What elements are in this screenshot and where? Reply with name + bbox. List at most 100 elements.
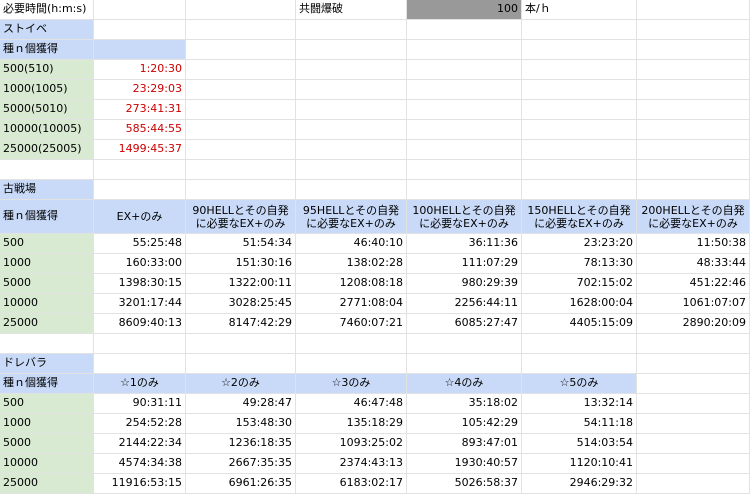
empty-cell[interactable] <box>637 0 750 20</box>
battlefield-row-label[interactable]: 5000 <box>0 274 94 294</box>
battlefield-row-value[interactable]: 78:13:30 <box>522 254 637 274</box>
empty-cell[interactable] <box>186 160 296 180</box>
empty-cell[interactable] <box>637 374 750 394</box>
empty-cell[interactable] <box>94 20 186 40</box>
required-time-label[interactable]: 必要時間(h:m:s) <box>0 0 186 20</box>
battlefield-row-value[interactable]: 1322:00:11 <box>186 274 296 294</box>
empty-cell[interactable] <box>296 40 407 60</box>
empty-cell[interactable] <box>637 334 750 354</box>
strive-row-label[interactable]: 10000(10005) <box>0 120 94 140</box>
empty-cell[interactable] <box>296 80 407 100</box>
dorebara-row-value[interactable]: 135:18:29 <box>296 414 407 434</box>
empty-cell[interactable] <box>186 80 296 100</box>
battlefield-row-value[interactable]: 8147:42:29 <box>186 314 296 334</box>
dorebara-row-value[interactable]: 11916:53:15 <box>94 474 186 494</box>
empty-cell[interactable] <box>186 180 296 200</box>
empty-cell[interactable] <box>296 354 407 374</box>
empty-cell[interactable] <box>94 160 186 180</box>
dorebara-row-value[interactable]: 2946:29:32 <box>522 474 637 494</box>
empty-cell[interactable] <box>637 180 750 200</box>
battlefield-row-label[interactable]: 500 <box>0 234 94 254</box>
dorebara-row-value[interactable]: 46:47:48 <box>296 394 407 414</box>
dorebara-row-value[interactable]: 1930:40:57 <box>407 454 522 474</box>
battlefield-column-header[interactable]: 90HELLとその自発 に必要なEX+のみ <box>186 200 296 234</box>
empty-cell[interactable] <box>0 160 94 180</box>
empty-cell[interactable] <box>296 100 407 120</box>
dorebara-row-value[interactable]: 2374:43:13 <box>296 454 407 474</box>
battlefield-row-value[interactable]: 36:11:36 <box>407 234 522 254</box>
empty-cell[interactable] <box>637 100 750 120</box>
battlefield-row-value[interactable]: 55:25:48 <box>94 234 186 254</box>
dorebara-row-value[interactable]: 6961:26:35 <box>186 474 296 494</box>
strive-col-header-blank[interactable] <box>94 40 186 60</box>
empty-cell[interactable] <box>522 20 637 40</box>
dorebara-row-value[interactable]: 4574:34:38 <box>94 454 186 474</box>
battlefield-row-value[interactable]: 23:23:20 <box>522 234 637 254</box>
battlefield-row-value[interactable]: 3028:25:45 <box>186 294 296 314</box>
strive-row-label[interactable]: 25000(25005) <box>0 140 94 160</box>
empty-cell[interactable] <box>186 40 296 60</box>
strive-row-value[interactable]: 273:41:31 <box>94 100 186 120</box>
battlefield-row-value[interactable]: 8609:40:13 <box>94 314 186 334</box>
dorebara-row-value[interactable]: 13:32:14 <box>522 394 637 414</box>
empty-cell[interactable] <box>407 160 522 180</box>
empty-cell[interactable] <box>186 120 296 140</box>
dorebara-row-value[interactable]: 2667:35:35 <box>186 454 296 474</box>
battlefield-row-value[interactable]: 7460:07:21 <box>296 314 407 334</box>
dorebara-row-label[interactable]: 5000 <box>0 434 94 454</box>
battlefield-row-value[interactable]: 1061:07:07 <box>637 294 750 314</box>
empty-cell[interactable] <box>637 474 750 494</box>
dorebara-row-value[interactable]: 153:48:30 <box>186 414 296 434</box>
strive-row-value[interactable]: 1:20:30 <box>94 60 186 80</box>
empty-cell[interactable] <box>637 40 750 60</box>
rate-label[interactable]: 共闘爆破 <box>296 0 407 20</box>
battlefield-row-value[interactable]: 51:54:34 <box>186 234 296 254</box>
empty-cell[interactable] <box>296 20 407 40</box>
dorebara-row-value[interactable]: 1093:25:02 <box>296 434 407 454</box>
dorebara-column-header[interactable]: ☆2のみ <box>186 374 296 394</box>
empty-cell[interactable] <box>637 60 750 80</box>
empty-cell[interactable] <box>407 140 522 160</box>
battlefield-row-value[interactable]: 2890:20:09 <box>637 314 750 334</box>
empty-cell[interactable] <box>296 120 407 140</box>
dorebara-row-value[interactable]: 105:42:29 <box>407 414 522 434</box>
empty-cell[interactable] <box>407 120 522 140</box>
empty-cell[interactable] <box>186 0 296 20</box>
battlefield-column-header[interactable]: 100HELLとその自発 に必要なEX+のみ <box>407 200 522 234</box>
dorebara-row-label[interactable]: 10000 <box>0 454 94 474</box>
empty-cell[interactable] <box>522 140 637 160</box>
empty-cell[interactable] <box>522 354 637 374</box>
empty-cell[interactable] <box>296 180 407 200</box>
dorebara-row-value[interactable]: 6183:02:17 <box>296 474 407 494</box>
empty-cell[interactable] <box>186 334 296 354</box>
dorebara-row-value[interactable]: 35:18:02 <box>407 394 522 414</box>
empty-cell[interactable] <box>94 354 186 374</box>
dorebara-row-value[interactable]: 90:31:11 <box>94 394 186 414</box>
dorebara-row-value[interactable]: 2144:22:34 <box>94 434 186 454</box>
battlefield-row-value[interactable]: 702:15:02 <box>522 274 637 294</box>
battlefield-row-value[interactable]: 1208:08:18 <box>296 274 407 294</box>
dorebara-row-value[interactable]: 54:11:18 <box>522 414 637 434</box>
battlefield-row-label[interactable]: 1000 <box>0 254 94 274</box>
empty-cell[interactable] <box>186 20 296 40</box>
dorebara-row-label[interactable]: 25000 <box>0 474 94 494</box>
empty-cell[interactable] <box>637 434 750 454</box>
battlefield-row-value[interactable]: 11:50:38 <box>637 234 750 254</box>
dorebara-row-value[interactable]: 893:47:01 <box>407 434 522 454</box>
empty-cell[interactable] <box>296 160 407 180</box>
battlefield-row-value[interactable]: 2771:08:04 <box>296 294 407 314</box>
dorebara-column-header[interactable]: ☆3のみ <box>296 374 407 394</box>
dorebara-title[interactable]: ドレバラ <box>0 354 94 374</box>
battlefield-row-value[interactable]: 46:40:10 <box>296 234 407 254</box>
empty-cell[interactable] <box>637 120 750 140</box>
empty-cell[interactable] <box>186 100 296 120</box>
empty-cell[interactable] <box>407 60 522 80</box>
dorebara-row-label[interactable]: 1000 <box>0 414 94 434</box>
battlefield-row-label[interactable]: 25000 <box>0 314 94 334</box>
dorebara-column-header[interactable]: ☆1のみ <box>94 374 186 394</box>
empty-cell[interactable] <box>522 334 637 354</box>
empty-cell[interactable] <box>296 334 407 354</box>
battlefield-col-header[interactable]: 種ｎ個獲得 <box>0 200 94 234</box>
empty-cell[interactable] <box>522 180 637 200</box>
dorebara-col-header[interactable]: 種ｎ個獲得 <box>0 374 94 394</box>
